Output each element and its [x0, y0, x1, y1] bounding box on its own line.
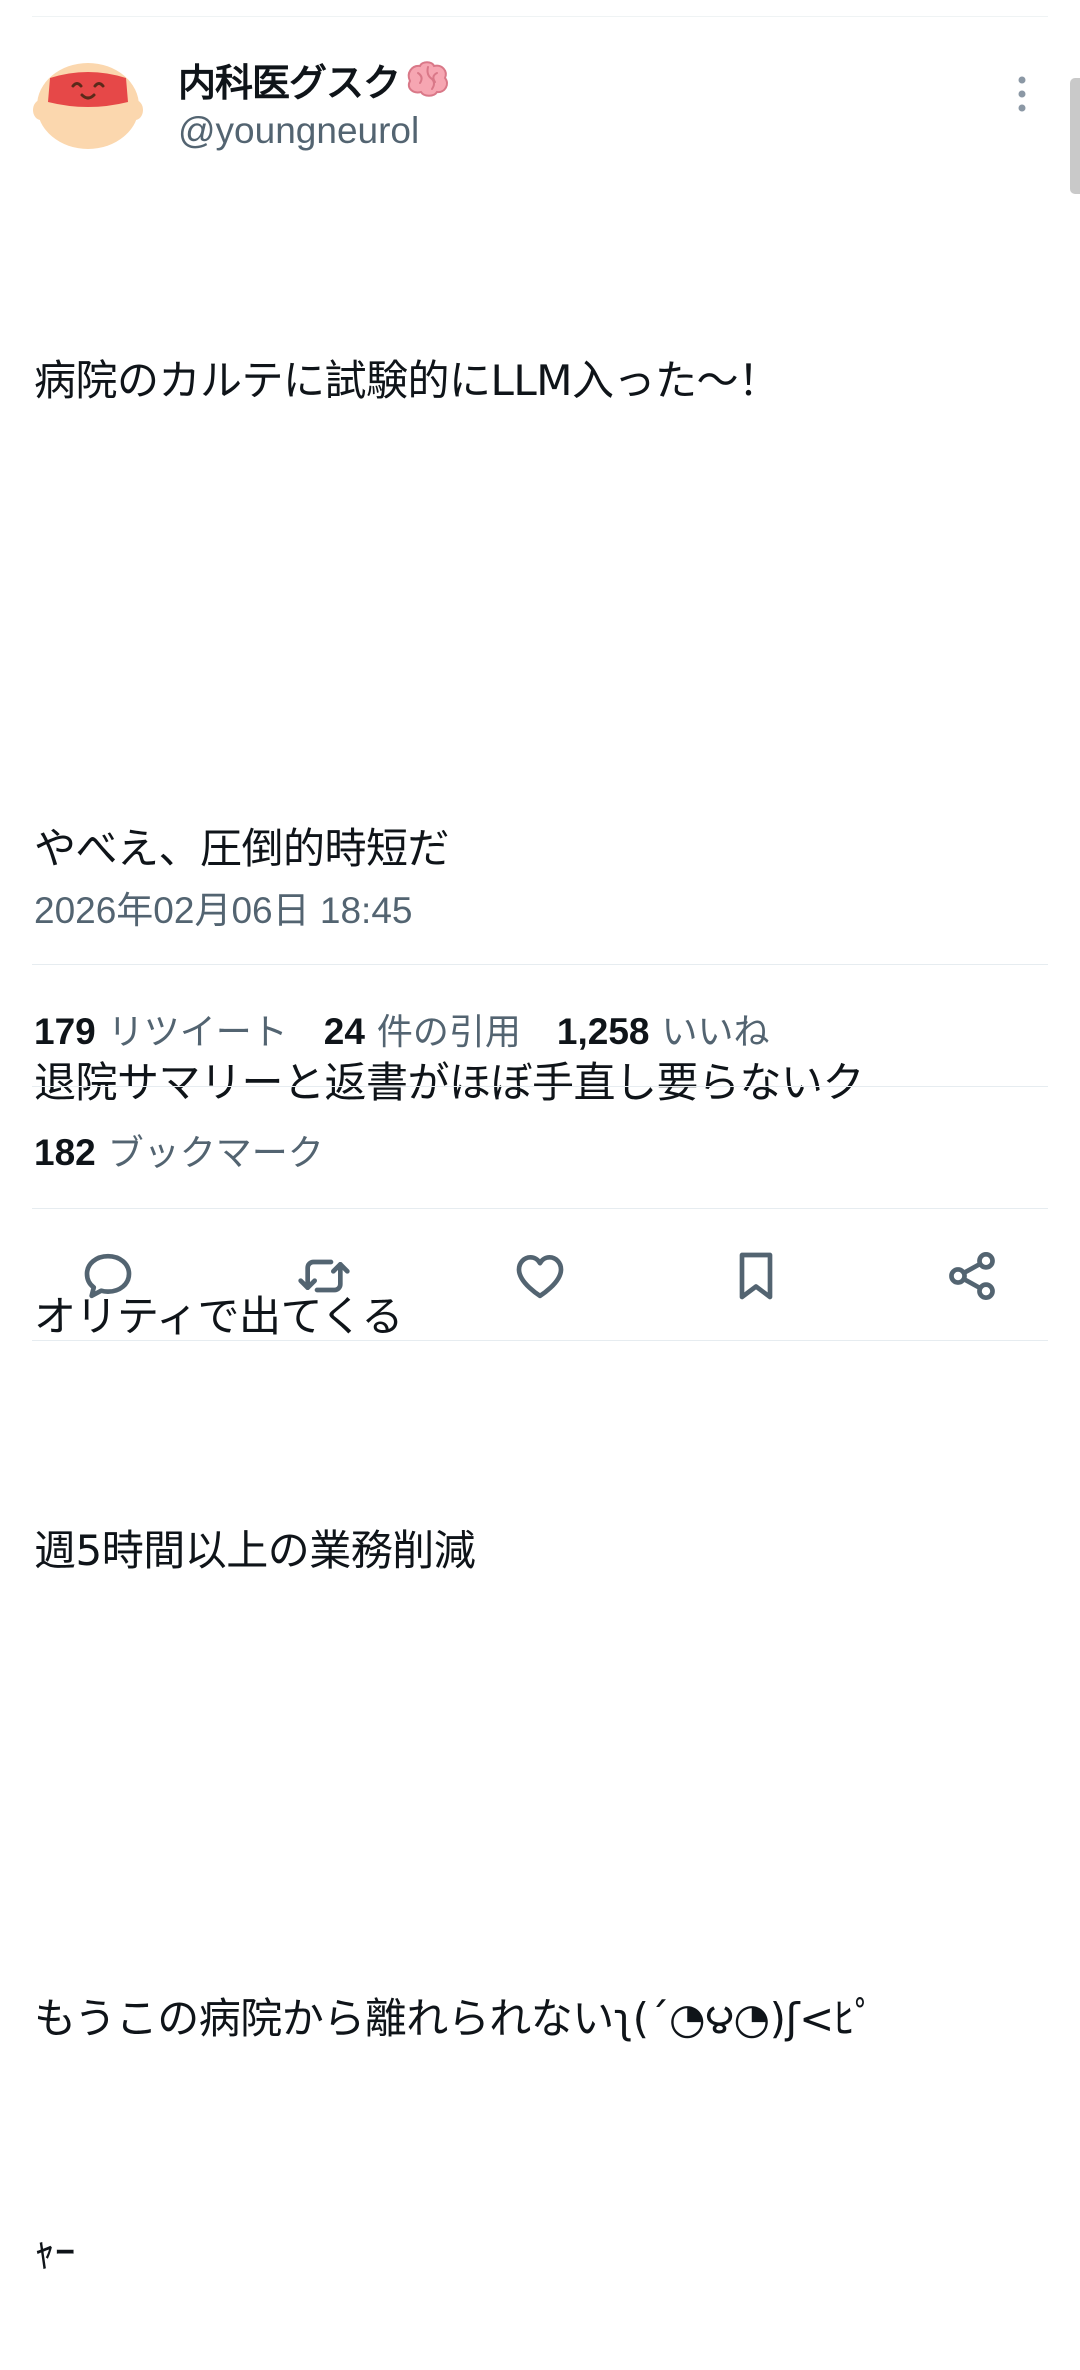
tweet-text-line: もうこの病院から離れられないʅ(´◔౪◔)ʃ<ﾋﾟ [34, 1994, 876, 2043]
retweets-label: リツイート [107, 1012, 288, 1053]
divider [32, 964, 1048, 965]
divider [32, 1086, 1048, 1087]
tweet-text-line: 週5時間以上の業務削減 [34, 1526, 476, 1575]
display-name-row: 内科医グスク [178, 52, 450, 107]
tweet-timestamp[interactable]: 2026年02月06日 18:45 [34, 880, 413, 934]
like-button[interactable] [496, 1236, 584, 1316]
quotes-label: 件の引用 [376, 1012, 521, 1053]
top-divider [32, 16, 1048, 17]
tweet-text-line [34, 576, 1044, 654]
bottom-divider [32, 1340, 1048, 1341]
tweet-text-line: 退院サマリーと返書がほぼ手直し要らないク [34, 1058, 865, 1107]
retweet-button[interactable] [280, 1236, 368, 1316]
scrollbar-thumb[interactable] [1070, 78, 1080, 194]
quotes-count: 24 [323, 1011, 365, 1052]
quotes-stat[interactable]: 24 件の引用 [324, 1003, 521, 1055]
more-options-icon[interactable] [1012, 74, 1032, 114]
like-icon [516, 1255, 564, 1299]
tweet-text-line: 病院のカルテに試験的にLLM入った〜！ [34, 356, 780, 405]
share-button[interactable] [928, 1236, 1016, 1316]
share-icon [949, 1251, 995, 1301]
brain-icon [404, 59, 450, 99]
bookmarks-stat[interactable]: 182 ブックマーク [34, 1124, 324, 1176]
bookmarks-count: 182 [34, 1132, 96, 1173]
divider [32, 1208, 1048, 1209]
retweet-icon [298, 1259, 350, 1293]
tweet-text-line: やべえ、圧倒的時短だ [34, 824, 450, 873]
retweets-stat[interactable]: 179 リツイート [34, 1003, 288, 1055]
avatar-face-icon [33, 63, 143, 149]
engagement-stats: 179 リツイート 24 件の引用 1,258 いいね [34, 1003, 806, 1055]
likes-count: 1,258 [556, 1011, 650, 1052]
reply-button[interactable] [64, 1236, 152, 1316]
bookmark-button[interactable] [712, 1236, 800, 1316]
avatar[interactable] [32, 58, 144, 150]
reply-icon [84, 1253, 132, 1299]
author-block[interactable]: 内科医グスク @youngneurol [178, 54, 450, 152]
tweet-text-line: ｬｰ [34, 2228, 76, 2277]
action-bar [64, 1236, 1016, 1316]
handle[interactable]: @youngneurol [178, 110, 450, 152]
bookmarks-label: ブックマーク [107, 1133, 324, 1174]
tweet-header: 内科医グスク @youngneurol [32, 54, 1042, 154]
likes-label: いいね [661, 1012, 770, 1053]
likes-stat[interactable]: 1,258 いいね [557, 1003, 770, 1055]
tweet-text-line [34, 1746, 1044, 1824]
bookmark-icon [739, 1252, 773, 1300]
retweets-count: 179 [34, 1011, 96, 1052]
display-name[interactable]: 内科医グスク [178, 52, 401, 107]
